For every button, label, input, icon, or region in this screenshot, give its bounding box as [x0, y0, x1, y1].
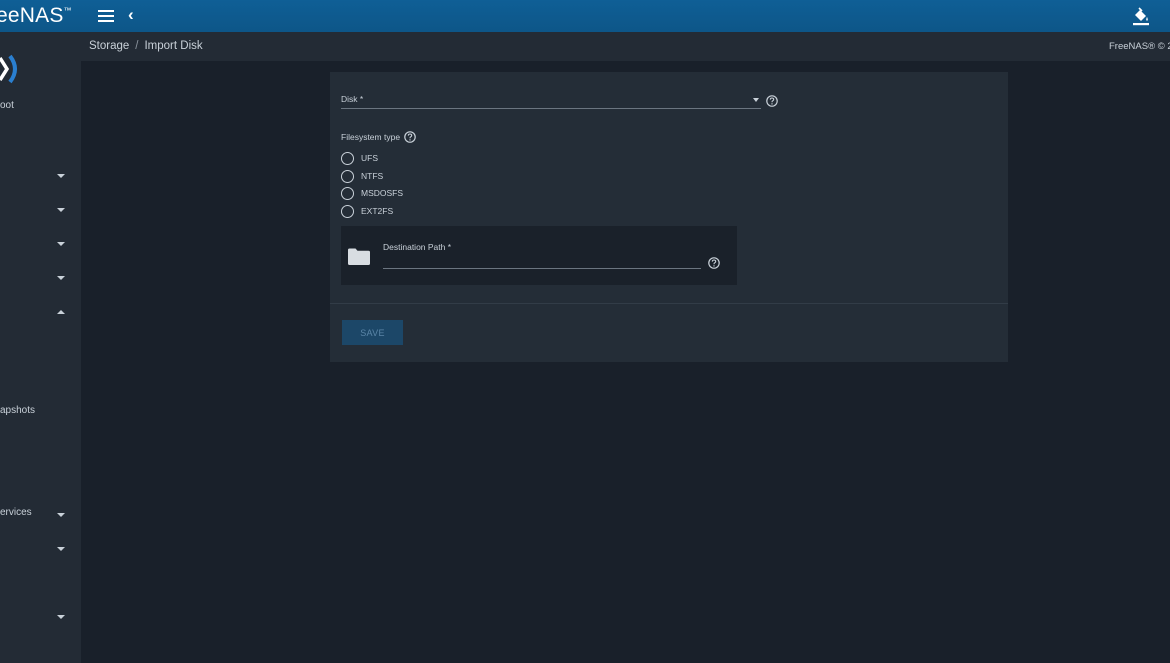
- chevron-left-icon[interactable]: ‹: [128, 5, 134, 25]
- disk-underline: [341, 108, 761, 109]
- sidebar-item-boot[interactable]: oot: [0, 100, 81, 120]
- filesystem-type-label: Filesystem type: [341, 132, 401, 142]
- sidebar-item-4[interactable]: [0, 270, 81, 290]
- caret-up-icon: [57, 310, 65, 314]
- caret-down-icon: [57, 615, 65, 619]
- card-divider: [330, 303, 1008, 304]
- disk-field-label: Disk *: [341, 94, 364, 104]
- save-button[interactable]: SAVE: [342, 320, 403, 345]
- help-circle-icon[interactable]: [766, 95, 778, 107]
- sidebar-item-services[interactable]: ervices: [0, 507, 81, 527]
- app-title: eeNAS: [0, 4, 64, 27]
- brand-mark-icon: [0, 54, 17, 84]
- breadcrumb: Storage / Import Disk: [89, 40, 203, 52]
- destination-path-input[interactable]: [383, 253, 701, 268]
- sidebar-item-label: ervices: [0, 507, 32, 518]
- caret-down-icon: [57, 513, 65, 517]
- destination-path-label: Destination Path *: [383, 242, 452, 252]
- breadcrumb-current: Import Disk: [144, 40, 203, 52]
- caret-down-icon: [57, 276, 65, 280]
- paint-bucket-icon[interactable]: [1130, 5, 1152, 27]
- sidebar-item-2[interactable]: [0, 202, 81, 222]
- breadcrumb-storage-link[interactable]: Storage: [89, 40, 129, 52]
- caret-down-icon: [57, 547, 65, 551]
- top-toolbar: eeNAS™ ‹: [0, 0, 1170, 32]
- sidebar-item-snapshots[interactable]: apshots: [0, 405, 81, 425]
- radio-circle[interactable]: [341, 205, 354, 218]
- sidebar-item-label: apshots: [0, 405, 36, 416]
- copyright-text: FreeNAS® © 2: [1109, 41, 1170, 52]
- breadcrumb-separator: /: [135, 40, 139, 52]
- caret-down-icon: [57, 242, 65, 246]
- sidebar-item-storage[interactable]: [0, 304, 81, 324]
- sidebar: oot apshots ervices: [0, 32, 81, 663]
- radio-circle[interactable]: [341, 152, 354, 165]
- sidebar-item-8[interactable]: [0, 541, 81, 561]
- app-logo: eeNAS™: [0, 4, 72, 28]
- destination-path-panel: Destination Path *: [341, 226, 737, 285]
- trademark-mark: ™: [63, 6, 72, 15]
- caret-down-icon[interactable]: [753, 98, 759, 102]
- import-disk-card: Disk * Filesystem type UFS NTFS MSDOSFS …: [330, 72, 1008, 362]
- radio-label: MSDOSFS: [361, 188, 404, 198]
- sidebar-item-1[interactable]: [0, 168, 81, 188]
- radio-circle[interactable]: [341, 187, 354, 200]
- sidebar-item-3[interactable]: [0, 236, 81, 256]
- sidebar-item-9[interactable]: [0, 609, 81, 629]
- help-circle-icon[interactable]: [404, 131, 416, 143]
- radio-circle[interactable]: [341, 170, 354, 183]
- radio-label: NTFS: [361, 171, 384, 181]
- menu-icon[interactable]: [98, 8, 114, 24]
- folder-icon[interactable]: [347, 247, 371, 266]
- breadcrumb-bar: Storage / Import Disk FreeNAS® © 2: [81, 32, 1170, 61]
- destination-path-underline: [383, 268, 701, 269]
- radio-label: UFS: [361, 153, 378, 163]
- sidebar-item-label: oot: [0, 100, 14, 111]
- radio-label: EXT2FS: [361, 206, 394, 216]
- caret-down-icon: [57, 174, 65, 178]
- caret-down-icon: [57, 208, 65, 212]
- help-circle-icon[interactable]: [708, 257, 720, 269]
